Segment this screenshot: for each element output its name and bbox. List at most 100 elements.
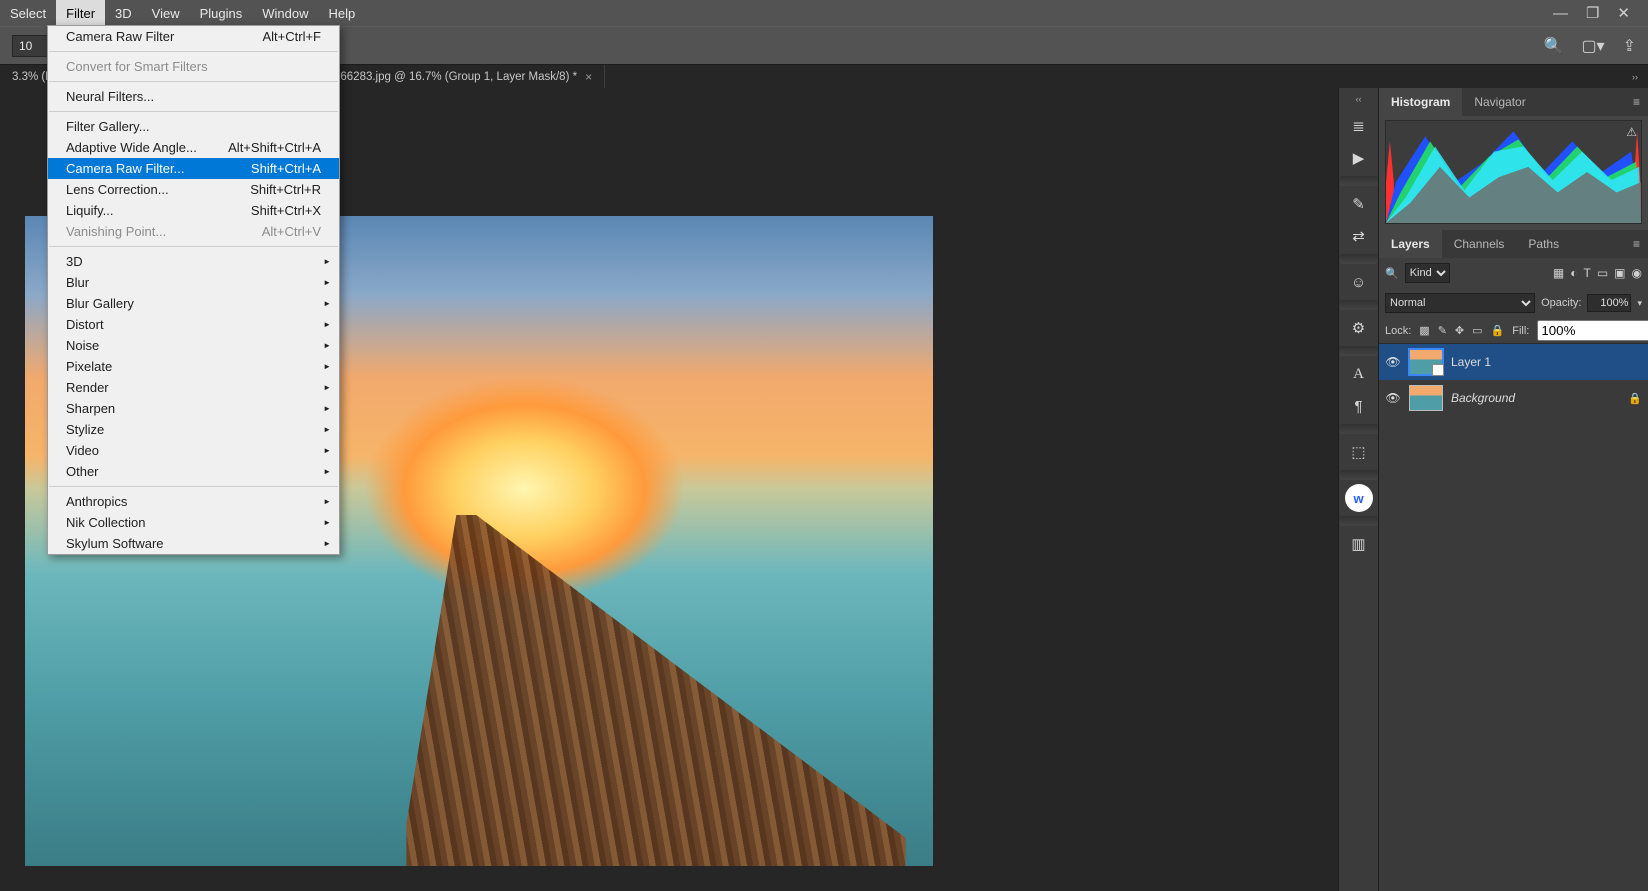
menu-help[interactable]: Help: [319, 0, 366, 26]
tab-layers[interactable]: Layers: [1379, 230, 1442, 258]
brush-panel-icon[interactable]: ✎: [1345, 190, 1373, 218]
menu-item-nik-collection[interactable]: Nik Collection: [48, 512, 339, 533]
adjustments-panel-icon[interactable]: ⚙: [1345, 314, 1373, 342]
menu-item-blur[interactable]: Blur: [48, 272, 339, 293]
menu-view[interactable]: View: [142, 0, 190, 26]
tab-histogram[interactable]: Histogram: [1379, 88, 1462, 116]
layer-thumbnail[interactable]: [1409, 349, 1443, 375]
collapsed-panel-dock: ‹‹ ≣ ▶ ✎ ⇄ ☺ ⚙ A ¶ ⬚ w ▥: [1338, 88, 1378, 891]
maximize-icon[interactable]: ❐: [1586, 4, 1599, 22]
filter-shape-icon[interactable]: ▭: [1597, 266, 1608, 280]
layer-row[interactable]: 👁Background🔒: [1379, 380, 1648, 416]
dock-separator: [1339, 346, 1378, 356]
menu-item-filter-gallery[interactable]: Filter Gallery...: [48, 116, 339, 137]
layer-name[interactable]: Layer 1: [1451, 355, 1491, 369]
histogram-panel-header: Histogram Navigator ≡: [1379, 88, 1648, 116]
menu-window[interactable]: Window: [252, 0, 318, 26]
menu-item-shortcut: Shift+Ctrl+R: [230, 182, 321, 197]
lock-all-icon[interactable]: 🔒: [1491, 324, 1505, 337]
menu-item-camera-raw-filter[interactable]: Camera Raw FilterAlt+Ctrl+F: [48, 26, 339, 47]
search-icon[interactable]: 🔍: [1544, 36, 1564, 56]
filter-type-icon[interactable]: T: [1583, 266, 1590, 280]
panel-menu-icon[interactable]: ≡: [1625, 95, 1648, 109]
minimize-icon[interactable]: —: [1553, 5, 1568, 22]
menu-item-sharpen[interactable]: Sharpen: [48, 398, 339, 419]
menu-item-neural-filters[interactable]: Neural Filters...: [48, 86, 339, 107]
actions-panel-icon[interactable]: ▶: [1345, 144, 1373, 172]
paragraph-panel-icon[interactable]: ¶: [1345, 392, 1373, 420]
menu-item-noise[interactable]: Noise: [48, 335, 339, 356]
plugin-badge-icon[interactable]: w: [1345, 484, 1373, 512]
opacity-input[interactable]: [1587, 294, 1631, 312]
menu-item-liquify[interactable]: Liquify...Shift+Ctrl+X: [48, 200, 339, 221]
dock-expand-icon[interactable]: ‹‹: [1356, 94, 1362, 104]
layer-filter-row: 🔍 Kind ▦ ◐ T ▭ ▣ ◉: [1379, 258, 1648, 288]
menu-plugins[interactable]: Plugins: [190, 0, 253, 26]
tab-overflow-icon[interactable]: ››: [1632, 72, 1638, 82]
menu-item-render[interactable]: Render: [48, 377, 339, 398]
menu-item-label: Pixelate: [66, 359, 112, 374]
history-panel-icon[interactable]: ≣: [1345, 112, 1373, 140]
menu-item-video[interactable]: Video: [48, 440, 339, 461]
filter-smart-icon[interactable]: ▣: [1614, 266, 1625, 280]
menu-item-skylum-software[interactable]: Skylum Software: [48, 533, 339, 554]
opacity-dropdown-icon[interactable]: ▾: [1637, 298, 1642, 309]
blend-mode-select[interactable]: Normal: [1385, 293, 1535, 313]
menu-item-shortcut: Shift+Ctrl+A: [231, 161, 321, 176]
menu-item-stylize[interactable]: Stylize: [48, 419, 339, 440]
menu-item-blur-gallery[interactable]: Blur Gallery: [48, 293, 339, 314]
tab-paths[interactable]: Paths: [1516, 230, 1571, 258]
menu-item-camera-raw-filter[interactable]: Camera Raw Filter...Shift+Ctrl+A: [48, 158, 339, 179]
layer-thumbnail[interactable]: [1409, 385, 1443, 411]
fill-input[interactable]: [1537, 320, 1648, 341]
menu-item-other[interactable]: Other: [48, 461, 339, 482]
share-icon[interactable]: ⇪: [1623, 36, 1636, 56]
menu-item-label: Render: [66, 380, 109, 395]
filter-icon[interactable]: 🔍: [1385, 267, 1399, 280]
filter-adjust-icon[interactable]: ◐: [1570, 266, 1577, 280]
layer-list: 👁Layer 1👁Background🔒: [1379, 344, 1648, 891]
menu-separator: [49, 486, 338, 487]
menu-item-distort[interactable]: Distort: [48, 314, 339, 335]
filter-pixel-icon[interactable]: ▦: [1553, 266, 1564, 280]
right-panel-group: Histogram Navigator ≡ ⚠ Layers Channels …: [1378, 88, 1648, 891]
menu-item-label: Lens Correction...: [66, 182, 169, 197]
close-window-icon[interactable]: ✕: [1617, 4, 1630, 22]
lock-transparency-icon[interactable]: ▩: [1419, 324, 1429, 337]
workspace-switcher-icon[interactable]: ▢▾: [1581, 36, 1604, 56]
dock-separator: [1339, 300, 1378, 310]
menu-item-lens-correction[interactable]: Lens Correction... Shift+Ctrl+R: [48, 179, 339, 200]
menu-filter[interactable]: Filter: [56, 0, 105, 26]
menu-item-3d[interactable]: 3D: [48, 251, 339, 272]
libraries-panel-icon[interactable]: ▥: [1345, 530, 1373, 558]
filter-toggle-icon[interactable]: ◉: [1632, 266, 1642, 280]
clone-source-panel-icon[interactable]: ☺: [1345, 268, 1373, 296]
tab-channels[interactable]: Channels: [1442, 230, 1517, 258]
menu-item-adaptive-wide-angle[interactable]: Adaptive Wide Angle...Alt+Shift+Ctrl+A: [48, 137, 339, 158]
3d-panel-icon[interactable]: ⬚: [1345, 438, 1373, 466]
app-menubar: SelectFilter3DViewPluginsWindowHelp — ❐ …: [0, 0, 1648, 26]
character-panel-icon[interactable]: A: [1345, 360, 1373, 388]
lock-pixels-icon[interactable]: ✎: [1438, 324, 1447, 337]
brush-settings-panel-icon[interactable]: ⇄: [1345, 222, 1373, 250]
layer-name[interactable]: Background: [1451, 391, 1515, 405]
opacity-label: Opacity:: [1541, 297, 1581, 309]
lock-position-icon[interactable]: ✥: [1455, 324, 1464, 337]
tab-navigator[interactable]: Navigator: [1462, 88, 1537, 116]
layer-row[interactable]: 👁 Layer 1: [1379, 344, 1648, 380]
histogram-warning-icon[interactable]: ⚠: [1626, 125, 1637, 139]
lock-artboard-icon[interactable]: ▭: [1472, 324, 1482, 337]
layer-filter-select[interactable]: Kind: [1405, 263, 1450, 283]
menu-item-label: Blur: [66, 275, 89, 290]
menu-select[interactable]: Select: [0, 0, 56, 26]
menu-item-label: Noise: [66, 338, 99, 353]
menu-item-anthropics[interactable]: Anthropics: [48, 491, 339, 512]
window-controls: — ❐ ✕: [1535, 4, 1648, 22]
layer-visibility-icon[interactable]: 👁: [1385, 391, 1401, 405]
menu-3d[interactable]: 3D: [105, 0, 142, 26]
layer-visibility-icon[interactable]: 👁: [1385, 355, 1401, 369]
menu-item-label: Convert for Smart Filters: [66, 59, 208, 74]
panel-menu-icon[interactable]: ≡: [1625, 237, 1648, 251]
tab-close-icon[interactable]: ×: [585, 70, 592, 84]
menu-item-pixelate[interactable]: Pixelate: [48, 356, 339, 377]
